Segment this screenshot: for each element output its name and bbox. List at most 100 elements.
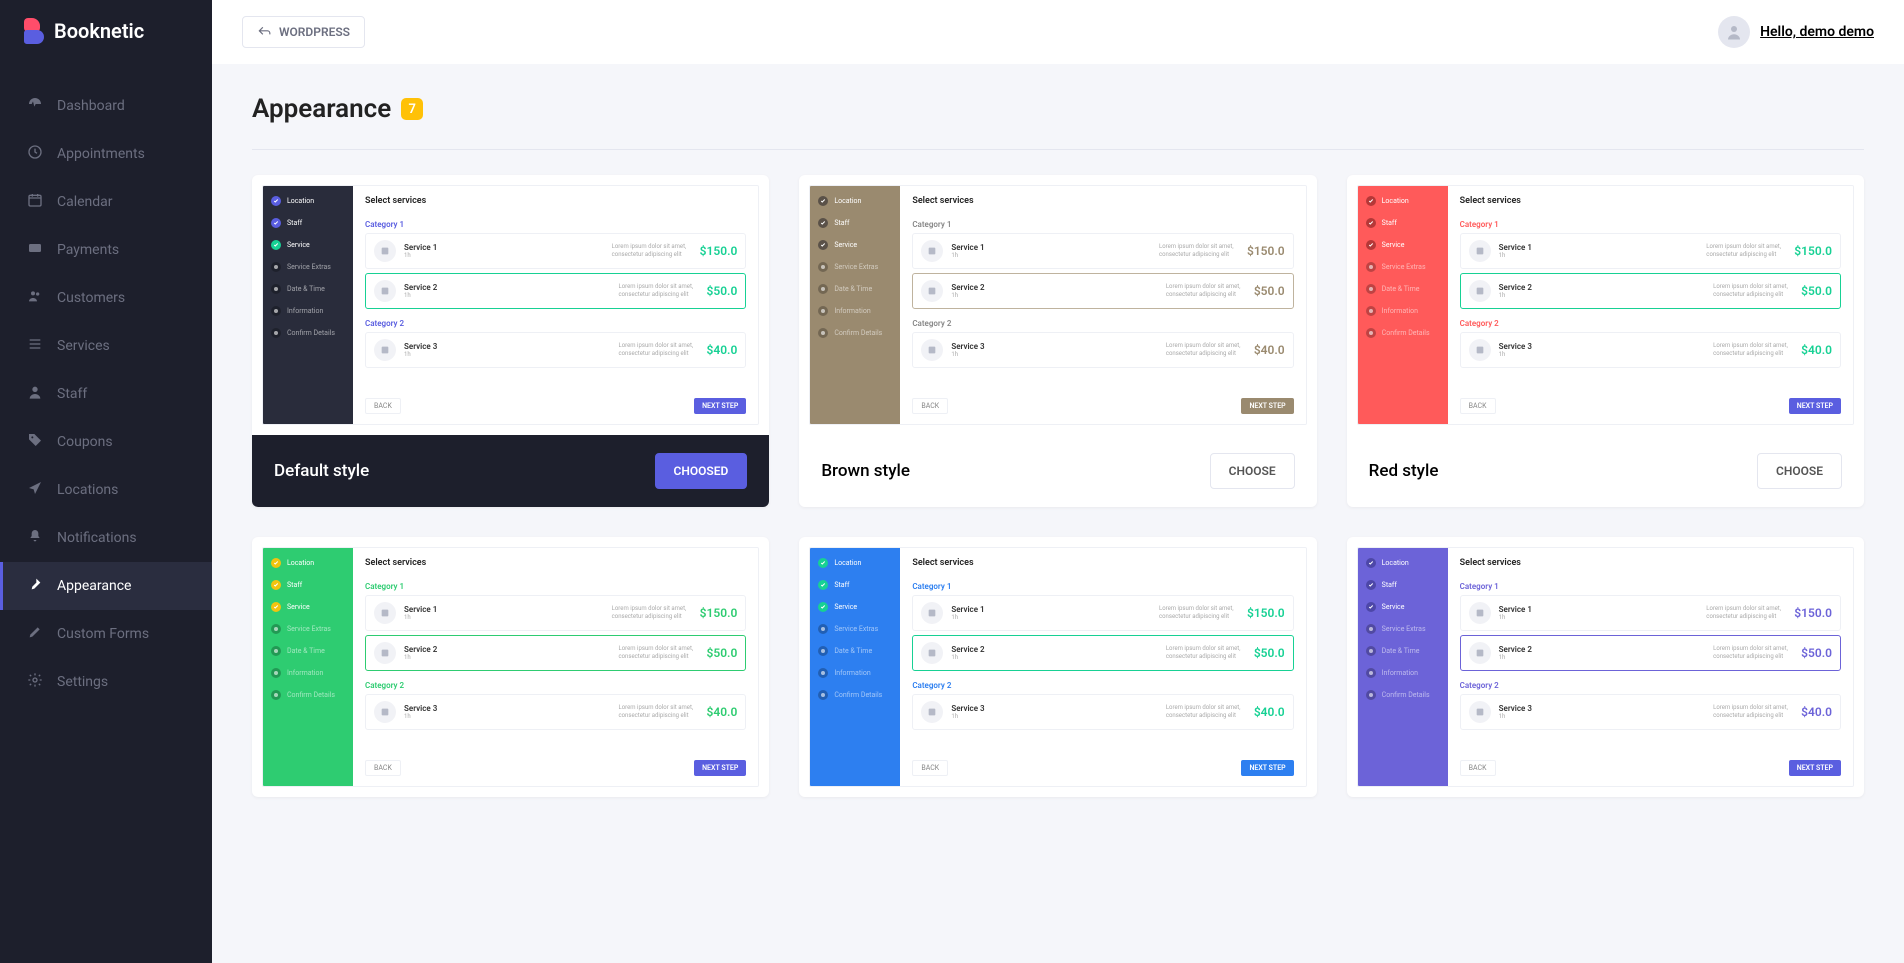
preview-service: Service 11h Lorem ipsum dolor sit amet, … xyxy=(1460,233,1841,269)
service-sub: 1h xyxy=(1499,713,1705,720)
preview-step: Confirm Details xyxy=(818,690,892,700)
preview-step: Information xyxy=(818,306,892,316)
step-dot-icon xyxy=(271,328,281,338)
service-desc: Lorem ipsum dolor sit amet, consectetur … xyxy=(618,342,698,358)
preview-step: Staff xyxy=(818,218,892,228)
preview-category: Category 2 xyxy=(912,319,1293,328)
service-sub: 1h xyxy=(404,614,604,621)
step-label: Staff xyxy=(834,581,849,589)
preview-step: Date & Time xyxy=(818,284,892,294)
card-icon xyxy=(27,240,43,260)
service-name: Service 3 xyxy=(951,704,1157,714)
user-area[interactable]: Hello, demo demo xyxy=(1718,16,1874,48)
preview-sidebar: LocationStaffServiceService ExtrasDate &… xyxy=(263,186,353,424)
avatar xyxy=(1718,16,1750,48)
nav-dashboard[interactable]: Dashboard xyxy=(0,82,212,130)
preview-category: Category 1 xyxy=(1460,582,1841,591)
service-price: $40.0 xyxy=(706,705,737,719)
nav-locations[interactable]: Locations xyxy=(0,466,212,514)
preview-category: Category 1 xyxy=(365,582,746,591)
service-price: $50.0 xyxy=(706,284,737,298)
mini-booking: LocationStaffServiceService ExtrasDate &… xyxy=(262,547,759,787)
step-label: Location xyxy=(1382,559,1409,567)
nav-settings[interactable]: Settings xyxy=(0,658,212,706)
step-dot-icon xyxy=(1366,668,1376,678)
step-label: Service Extras xyxy=(287,625,331,633)
service-desc: Lorem ipsum dolor sit amet, consectetur … xyxy=(1706,605,1786,621)
wordpress-button[interactable]: WORDPRESS xyxy=(242,16,365,48)
location-icon xyxy=(27,480,43,500)
nav-custom-forms[interactable]: Custom Forms xyxy=(0,610,212,658)
step-label: Confirm Details xyxy=(834,329,882,337)
step-dot-icon xyxy=(1366,328,1376,338)
brush-icon xyxy=(27,576,43,596)
service-name: Service 3 xyxy=(1499,704,1705,714)
choose-button[interactable]: CHOOSE xyxy=(1757,453,1842,489)
nav-appointments[interactable]: Appointments xyxy=(0,130,212,178)
service-sub: 1h xyxy=(404,252,604,259)
service-name: Service 1 xyxy=(404,243,604,253)
preview-step: Service Extras xyxy=(1366,262,1440,272)
preview-main: Select services Category 1 Service 11h L… xyxy=(900,548,1305,786)
preview-title: Select services xyxy=(912,558,1293,568)
preview: LocationStaffServiceService ExtrasDate &… xyxy=(1347,175,1864,435)
preview: LocationStaffServiceService ExtrasDate &… xyxy=(252,537,769,797)
logo-text: Booknetic xyxy=(54,19,144,43)
service-desc: Lorem ipsum dolor sit amet, consectetur … xyxy=(612,605,692,621)
preview-footer: BACK NEXT STEP xyxy=(1460,754,1841,776)
step-label: Staff xyxy=(287,219,302,227)
nav-list: DashboardAppointmentsCalendarPaymentsCus… xyxy=(0,82,212,706)
service-price: $150.0 xyxy=(1247,244,1285,258)
logo[interactable]: Booknetic xyxy=(0,0,212,62)
nav-label: Appointments xyxy=(57,146,145,162)
service-sub: 1h xyxy=(1499,252,1699,259)
preview-next-button: NEXT STEP xyxy=(694,398,746,414)
preview-title: Select services xyxy=(912,196,1293,206)
service-price: $40.0 xyxy=(1254,705,1285,719)
step-label: Service xyxy=(834,603,857,611)
service-sub: 1h xyxy=(951,252,1151,259)
step-dot-icon xyxy=(818,196,828,206)
preview-footer: BACK NEXT STEP xyxy=(365,392,746,414)
style-card-3: LocationStaffServiceService ExtrasDate &… xyxy=(252,537,769,797)
choose-button[interactable]: CHOOSED xyxy=(655,453,748,489)
nav-staff[interactable]: Staff xyxy=(0,370,212,418)
service-name: Service 2 xyxy=(1499,283,1705,293)
preview-step: Staff xyxy=(1366,218,1440,228)
step-dot-icon xyxy=(1366,240,1376,250)
step-label: Date & Time xyxy=(287,647,325,655)
choose-button[interactable]: CHOOSE xyxy=(1210,453,1295,489)
nav-payments[interactable]: Payments xyxy=(0,226,212,274)
service-name: Service 2 xyxy=(404,645,610,655)
nav-services[interactable]: Services xyxy=(0,322,212,370)
service-desc: Lorem ipsum dolor sit amet, consectetur … xyxy=(1166,645,1246,661)
preview-step: Information xyxy=(1366,668,1440,678)
nav-calendar[interactable]: Calendar xyxy=(0,178,212,226)
step-dot-icon xyxy=(271,306,281,316)
preview-service: Service 11h Lorem ipsum dolor sit amet, … xyxy=(912,595,1293,631)
user-greeting[interactable]: Hello, demo demo xyxy=(1760,24,1874,40)
nav-customers[interactable]: Customers xyxy=(0,274,212,322)
preview-step: Confirm Details xyxy=(1366,328,1440,338)
nav-appearance[interactable]: Appearance xyxy=(0,562,212,610)
step-dot-icon xyxy=(818,668,828,678)
nav-label: Settings xyxy=(57,674,108,690)
preview-category: Category 2 xyxy=(912,681,1293,690)
preview-step: Confirm Details xyxy=(818,328,892,338)
service-icon xyxy=(921,280,943,302)
sidebar: Booknetic Dashboard Appointments CalendarP… xyxy=(0,0,212,963)
preview-step: Information xyxy=(1366,306,1440,316)
service-icon xyxy=(374,642,396,664)
preview-service: Service 21h Lorem ipsum dolor sit amet, … xyxy=(365,273,746,309)
back-arrow-icon xyxy=(257,25,271,39)
nav-coupons[interactable]: Coupons xyxy=(0,418,212,466)
preview-step: Service xyxy=(1366,602,1440,612)
step-label: Service Extras xyxy=(1382,625,1426,633)
nav-label: Dashboard xyxy=(57,98,125,114)
style-card-2: LocationStaffServiceService ExtrasDate &… xyxy=(1347,175,1864,507)
nav-notifications[interactable]: Notifications xyxy=(0,514,212,562)
step-label: Location xyxy=(834,197,861,205)
service-desc: Lorem ipsum dolor sit amet, consectetur … xyxy=(1159,605,1239,621)
preview-title: Select services xyxy=(365,196,746,206)
preview-title: Select services xyxy=(1460,558,1841,568)
